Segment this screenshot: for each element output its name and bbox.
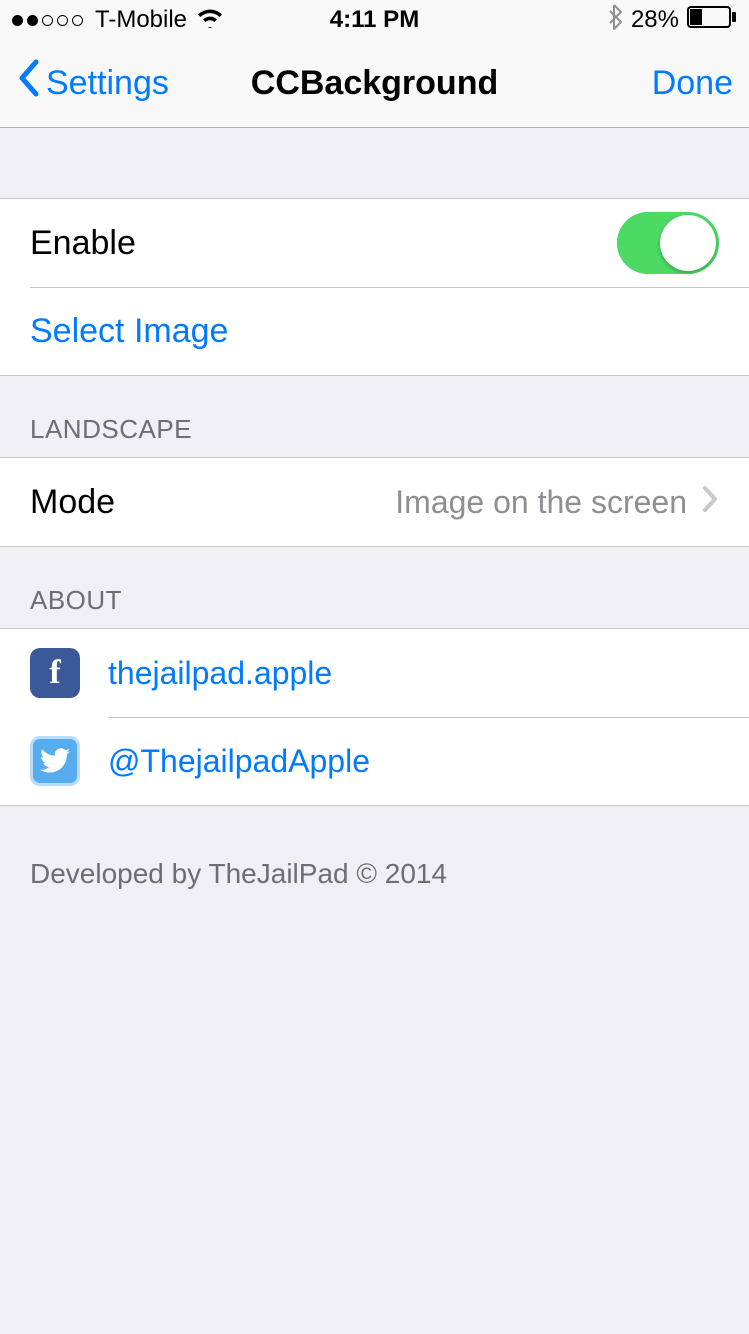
status-bar: T-Mobile 4:11 PM 28% bbox=[0, 0, 749, 40]
bluetooth-icon bbox=[607, 4, 623, 36]
status-left: T-Mobile bbox=[12, 6, 225, 35]
back-label: Settings bbox=[46, 64, 169, 103]
enable-row: Enable bbox=[0, 199, 749, 287]
footer-text: Developed by TheJailPad © 2014 bbox=[0, 806, 749, 890]
facebook-label: thejailpad.apple bbox=[108, 655, 332, 692]
twitter-row[interactable]: @ThejailpadApple bbox=[0, 717, 749, 805]
page-title: CCBackground bbox=[251, 64, 498, 103]
nav-bar: Settings CCBackground Done bbox=[0, 40, 749, 128]
twitter-icon bbox=[30, 736, 80, 786]
mode-row[interactable]: Mode Image on the screen bbox=[0, 458, 749, 546]
status-right: 28% bbox=[607, 4, 737, 36]
select-image-label: Select Image bbox=[30, 312, 228, 351]
group-about: f thejailpad.apple @ThejailpadApple bbox=[0, 628, 749, 806]
section-spacer bbox=[0, 128, 749, 198]
section-header-about: About bbox=[0, 547, 749, 628]
enable-toggle[interactable] bbox=[617, 212, 719, 274]
chevron-right-icon bbox=[701, 481, 719, 523]
battery-icon bbox=[687, 6, 737, 35]
facebook-icon: f bbox=[30, 648, 80, 698]
select-image-row[interactable]: Select Image bbox=[0, 287, 749, 375]
section-header-landscape: Landscape bbox=[0, 376, 749, 457]
mode-value: Image on the screen bbox=[395, 484, 687, 521]
group-main: Enable Select Image bbox=[0, 198, 749, 376]
signal-strength-icon bbox=[12, 15, 83, 26]
twitter-label: @ThejailpadApple bbox=[108, 743, 370, 780]
done-button[interactable]: Done bbox=[652, 64, 733, 103]
battery-percentage: 28% bbox=[631, 6, 679, 34]
enable-label: Enable bbox=[30, 224, 136, 263]
toggle-knob bbox=[660, 215, 716, 271]
carrier-label: T-Mobile bbox=[95, 6, 187, 34]
wifi-icon bbox=[195, 6, 225, 35]
group-landscape: Mode Image on the screen bbox=[0, 457, 749, 547]
chevron-left-icon bbox=[16, 58, 40, 106]
back-button[interactable]: Settings bbox=[16, 62, 169, 106]
status-time: 4:11 PM bbox=[330, 6, 419, 34]
facebook-row[interactable]: f thejailpad.apple bbox=[0, 629, 749, 717]
mode-label: Mode bbox=[30, 483, 115, 522]
